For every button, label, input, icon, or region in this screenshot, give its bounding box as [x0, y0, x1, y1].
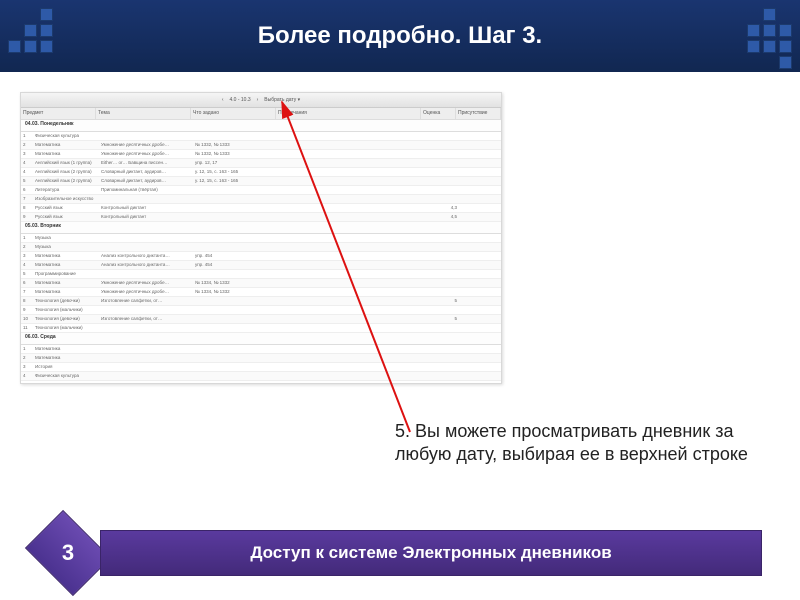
decoration-top-right — [747, 8, 792, 69]
lesson-row: 1Музыка — [21, 234, 501, 243]
lesson-row: 9Технология (мальчики) — [21, 306, 501, 315]
lesson-row: 6МатематикаУмножение десятичных дробе…№ … — [21, 279, 501, 288]
lesson-row: 8Русский языкКонтрольный диктант4,3 — [21, 204, 501, 213]
decoration-top-left — [8, 8, 53, 53]
day-header: 05.03. Вторник — [21, 222, 501, 234]
step-number: 3 — [35, 527, 101, 579]
col-notes: Примечания — [276, 108, 421, 119]
step-badge: 3 — [25, 510, 111, 596]
table-header: Предмет Тема Что задано Примечания Оценк… — [21, 108, 501, 120]
day-header: 06.03. Среда — [21, 333, 501, 345]
lesson-row: 4Английский язык (2 группа)Словарный дик… — [21, 168, 501, 177]
lesson-row: 5Английский язык (2 группа)Словарный дик… — [21, 177, 501, 186]
lesson-row: 4Физическая культура — [21, 372, 501, 381]
prev-week-button[interactable]: ‹ — [222, 97, 224, 103]
slide-header: Более подробно. Шаг 3. — [0, 0, 800, 72]
lesson-row: 1Физическая культура — [21, 132, 501, 141]
footer-bar: Доступ к системе Электронных дневников — [100, 530, 762, 576]
lesson-row: 1Математика — [21, 345, 501, 354]
col-homework: Что задано — [191, 108, 276, 119]
lesson-row: 7Изобразительное искусство — [21, 195, 501, 204]
date-picker-button[interactable]: Выбрать дату ▾ — [264, 97, 300, 103]
lesson-row: 3МатематикаУмножение десятичных дробе…№ … — [21, 150, 501, 159]
lesson-row: 7МатематикаУмножение десятичных дробе…№ … — [21, 288, 501, 297]
lesson-row: 5Программирование — [21, 270, 501, 279]
instruction-note: 5. Вы можете просматривать дневник за лю… — [395, 420, 765, 465]
slide-title: Более подробно. Шаг 3. — [0, 0, 800, 72]
lesson-row: 3МатематикаАнализ контрольного диктанта…… — [21, 252, 501, 261]
lesson-row: 8Технология (девочки)Изготовление салфет… — [21, 297, 501, 306]
col-subject: Предмет — [21, 108, 96, 119]
lesson-row: 2Математика — [21, 354, 501, 363]
lesson-row: 2Музыка — [21, 243, 501, 252]
col-attendance: Присутствие — [456, 108, 501, 119]
lesson-row: 6ЛитератураПрипоминальная (твёртая) — [21, 186, 501, 195]
lesson-row: 4МатематикаАнализ контрольного диктанта…… — [21, 261, 501, 270]
date-navigator[interactable]: ‹ 4.0 - 10.3 › Выбрать дату ▾ — [21, 93, 501, 108]
lesson-row: 5Литература — [21, 381, 501, 384]
lesson-row: 11Технология (мальчики) — [21, 324, 501, 333]
next-week-button[interactable]: › — [257, 97, 259, 103]
diary-screenshot: ‹ 4.0 - 10.3 › Выбрать дату ▾ Предмет Те… — [20, 92, 502, 384]
lesson-row: 9Русский языкКонтрольный диктант4,5 — [21, 213, 501, 222]
lesson-row: 3История — [21, 363, 501, 372]
day-header: 04.03. Понедельник — [21, 120, 501, 132]
col-topic: Тема — [96, 108, 191, 119]
col-mark: Оценка — [421, 108, 456, 119]
lesson-row: 10Технология (девочки)Изготовление салфе… — [21, 315, 501, 324]
date-range-label: 4.0 - 10.3 — [229, 97, 250, 103]
lesson-row: 4Английский язык (1 группа)Either… or… Б… — [21, 159, 501, 168]
lesson-row: 2МатематикаУмножение десятичных дробе…№ … — [21, 141, 501, 150]
footer-label: Доступ к системе Электронных дневников — [250, 543, 611, 563]
